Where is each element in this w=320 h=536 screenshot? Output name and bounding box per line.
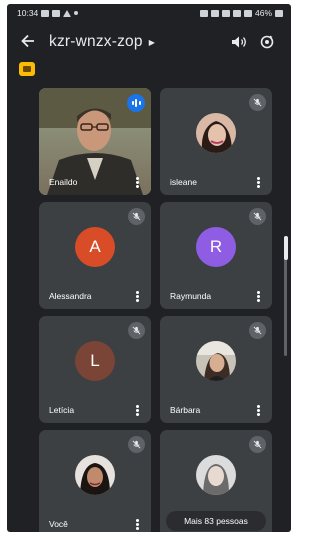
avatar: R bbox=[196, 226, 236, 267]
chevron-right-icon: ▶ bbox=[148, 37, 156, 47]
avatar: L bbox=[75, 340, 115, 381]
avatar bbox=[75, 454, 115, 495]
participant-tile-isleane[interactable]: isleane bbox=[160, 88, 272, 195]
captions-badge-icon[interactable] bbox=[19, 62, 35, 76]
meeting-code-button[interactable]: kzr-wnzx-zop ▶ bbox=[49, 33, 225, 51]
mic-off-icon bbox=[249, 94, 266, 111]
wifi-icon bbox=[232, 9, 241, 17]
participant-tile-raymunda[interactable]: R Raymunda bbox=[160, 202, 272, 309]
speaking-indicator-icon bbox=[127, 94, 145, 112]
mic-off-icon bbox=[128, 208, 145, 225]
avatar bbox=[196, 112, 236, 153]
send-icon bbox=[63, 9, 72, 17]
mic-off-icon bbox=[249, 208, 266, 225]
participant-tile-enaildo[interactable]: Enaildo bbox=[39, 88, 151, 195]
battery-icon bbox=[275, 9, 283, 17]
meet-screen: 10:34 46% kzr-wnzx-zop ▶ Enaildo isleane… bbox=[7, 4, 291, 532]
gallery-icon bbox=[41, 9, 50, 17]
mic-off-icon bbox=[249, 436, 266, 453]
status-time: 10:34 bbox=[17, 8, 39, 18]
arrow-left-icon bbox=[21, 34, 34, 47]
vibrate-icon bbox=[210, 9, 219, 17]
participant-tile-alessandra[interactable]: A Alessandra bbox=[39, 202, 151, 309]
mute-status-icon bbox=[221, 9, 230, 17]
switch-camera-icon bbox=[260, 35, 274, 49]
more-participants-label: Mais 83 pessoas bbox=[166, 511, 266, 531]
avatar: A bbox=[75, 226, 115, 267]
participant-name: Raymunda bbox=[170, 291, 212, 301]
more-options-icon[interactable] bbox=[136, 291, 139, 302]
participant-name: Bárbara bbox=[170, 405, 201, 415]
avatar bbox=[196, 454, 236, 495]
mic-off-icon bbox=[128, 436, 145, 453]
battery-percent: 46% bbox=[254, 8, 272, 18]
participant-tile-leticia[interactable]: L Letícia bbox=[39, 316, 151, 423]
signal-icon bbox=[243, 9, 252, 17]
more-options-icon[interactable] bbox=[257, 291, 260, 302]
participant-name: isleane bbox=[170, 177, 197, 187]
status-bar: 10:34 46% bbox=[7, 4, 291, 22]
switch-camera-button[interactable] bbox=[253, 28, 281, 56]
mic-off-icon bbox=[249, 322, 266, 339]
more-options-icon[interactable] bbox=[136, 405, 139, 416]
participant-name: Você bbox=[49, 519, 68, 529]
speaker-icon bbox=[232, 36, 246, 48]
participant-name: Enaildo bbox=[49, 177, 78, 187]
participant-tile-barbara[interactable]: Bárbara bbox=[160, 316, 272, 423]
audio-output-button[interactable] bbox=[225, 28, 253, 56]
more-options-icon[interactable] bbox=[257, 177, 260, 188]
more-options-icon[interactable] bbox=[257, 405, 260, 416]
dot-icon bbox=[74, 11, 79, 15]
participant-tile-you[interactable]: Você bbox=[39, 430, 151, 532]
meeting-code: kzr-wnzx-zop bbox=[49, 33, 143, 50]
alarm-icon bbox=[199, 9, 208, 17]
more-options-icon[interactable] bbox=[136, 177, 139, 188]
notification-icon bbox=[52, 9, 61, 17]
back-button[interactable] bbox=[21, 32, 49, 53]
mic-off-icon bbox=[128, 322, 145, 339]
participant-name: Alessandra bbox=[49, 291, 92, 301]
more-options-icon[interactable] bbox=[136, 519, 139, 530]
scrollbar-thumb[interactable] bbox=[284, 236, 288, 260]
meeting-header: kzr-wnzx-zop ▶ bbox=[7, 22, 291, 62]
participant-name: Letícia bbox=[49, 405, 75, 415]
more-participants-tile[interactable]: Mais 83 pessoas bbox=[160, 430, 272, 532]
avatar bbox=[196, 340, 236, 381]
